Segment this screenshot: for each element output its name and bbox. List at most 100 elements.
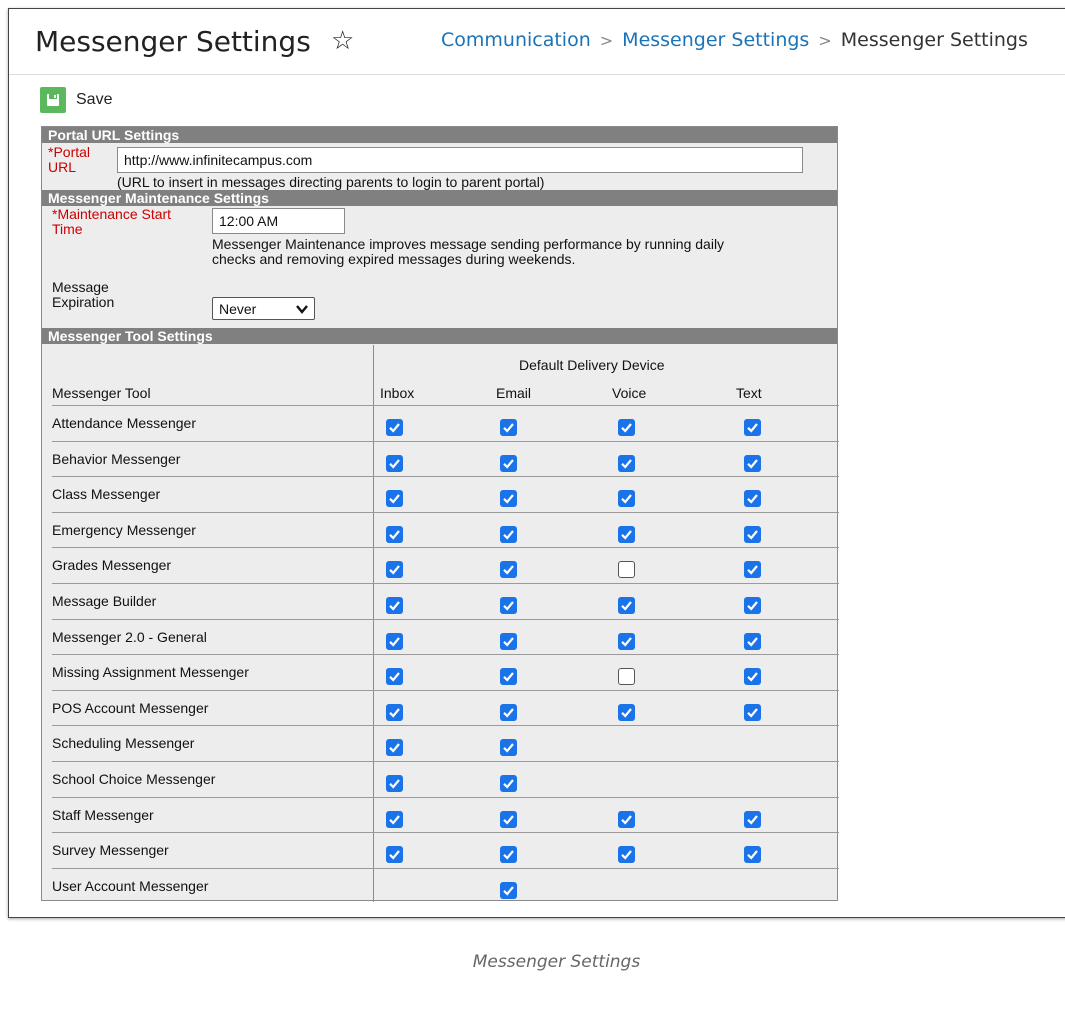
message-expiration-select[interactable]: Never — [212, 297, 315, 320]
portal-url-input[interactable] — [117, 147, 803, 173]
checkmark-icon — [503, 708, 514, 718]
inbox-checkbox[interactable] — [386, 561, 403, 579]
voice-checkbox[interactable] — [618, 454, 635, 472]
email-checkbox[interactable] — [500, 561, 517, 579]
checkmark-icon — [747, 708, 758, 718]
inbox-checkbox[interactable] — [386, 454, 403, 472]
email-checkbox[interactable] — [500, 419, 517, 436]
checkmark-icon — [389, 672, 400, 682]
voice-checkbox[interactable] — [618, 668, 635, 686]
row-tool-name: User Account Messenger — [52, 877, 209, 894]
text-checkbox[interactable] — [744, 668, 761, 686]
tool-section-header: Messenger Tool Settings — [42, 328, 837, 344]
checkmark-icon — [389, 565, 400, 576]
inbox-checkbox[interactable] — [386, 419, 403, 436]
text-column-header: Text — [736, 385, 762, 401]
floppy-disk-icon — [40, 87, 66, 113]
table-row: Attendance Messenger — [52, 405, 839, 441]
text-checkbox[interactable] — [744, 703, 761, 721]
checkmark-icon — [503, 886, 514, 896]
text-checkbox[interactable] — [744, 490, 761, 508]
checkmark-icon — [503, 423, 514, 433]
breadcrumb-communication[interactable]: Communication — [441, 29, 591, 51]
inbox-checkbox[interactable] — [386, 668, 403, 686]
text-checkbox[interactable] — [744, 561, 761, 579]
row-tool-name: Attendance Messenger — [52, 415, 196, 431]
checkmark-icon — [747, 494, 758, 504]
table-row: Message Builder — [52, 583, 839, 619]
voice-checkbox[interactable] — [618, 525, 635, 543]
inbox-checkbox[interactable] — [386, 597, 403, 614]
text-checkbox[interactable] — [744, 632, 761, 650]
text-checkbox[interactable] — [744, 419, 761, 436]
checkmark-icon — [503, 850, 514, 860]
text-checkbox[interactable] — [744, 525, 761, 543]
inbox-checkbox[interactable] — [386, 810, 403, 828]
voice-checkbox[interactable] — [618, 632, 635, 650]
table-row: User Account Messenger — [52, 867, 839, 904]
voice-checkbox[interactable] — [618, 597, 635, 614]
text-checkbox[interactable] — [744, 454, 761, 472]
inbox-checkbox[interactable] — [386, 703, 403, 721]
chevron-right-icon: > — [599, 31, 614, 50]
checkmark-icon — [747, 672, 758, 682]
email-checkbox[interactable] — [500, 597, 517, 614]
row-tool-name: POS Account Messenger — [52, 699, 209, 716]
email-checkbox[interactable] — [500, 810, 517, 828]
save-button[interactable]: Save — [40, 87, 112, 113]
inbox-checkbox[interactable] — [386, 525, 403, 543]
table-row: Messenger 2.0 - General — [52, 618, 839, 655]
inbox-checkbox[interactable] — [386, 632, 403, 650]
checkmark-icon — [503, 458, 514, 469]
voice-checkbox[interactable] — [618, 810, 635, 828]
screenshot-frame: Messenger Settings ☆ Communication > Messe… — [8, 8, 1065, 972]
email-checkbox[interactable] — [500, 668, 517, 686]
checkmark-icon — [503, 636, 514, 647]
email-checkbox[interactable] — [500, 454, 517, 472]
table-row: Grades Messenger — [52, 547, 839, 583]
voice-checkbox[interactable] — [618, 490, 635, 508]
checkmark-icon — [389, 850, 400, 860]
portal-url-label: *Portal URL — [48, 145, 90, 175]
maintenance-start-time-input[interactable] — [212, 208, 345, 234]
email-checkbox[interactable] — [500, 881, 517, 899]
checkmark-icon — [503, 779, 514, 789]
voice-checkbox[interactable] — [618, 419, 635, 436]
inbox-checkbox[interactable] — [386, 739, 403, 757]
table-row: Staff Messenger — [52, 796, 839, 833]
inbox-checkbox[interactable] — [386, 490, 403, 508]
message-expiration-label-line2: Expiration — [52, 294, 115, 310]
inbox-checkbox[interactable] — [386, 775, 403, 792]
portal-url-hint: (URL to insert in messages directing par… — [117, 174, 545, 190]
checkmark-icon — [503, 672, 514, 682]
star-icon[interactable]: ☆ — [331, 27, 354, 53]
email-checkbox[interactable] — [500, 525, 517, 543]
email-checkbox[interactable] — [500, 632, 517, 650]
text-checkbox[interactable] — [744, 846, 761, 864]
checkmark-icon — [621, 530, 632, 540]
email-checkbox[interactable] — [500, 490, 517, 508]
email-checkbox[interactable] — [500, 703, 517, 721]
voice-checkbox[interactable] — [618, 703, 635, 721]
text-checkbox[interactable] — [744, 597, 761, 614]
breadcrumb-messenger-settings[interactable]: Messenger Settings — [622, 29, 809, 51]
checkmark-icon — [621, 850, 632, 860]
voice-checkbox[interactable] — [618, 561, 635, 579]
maintenance-section-header: Messenger Maintenance Settings — [42, 190, 837, 206]
table-row: Emergency Messenger — [52, 511, 839, 548]
message-expiration-label: Message Expiration — [52, 280, 114, 310]
checkmark-icon — [503, 814, 514, 825]
email-checkbox[interactable] — [500, 739, 517, 757]
text-checkbox[interactable] — [744, 810, 761, 828]
checkmark-icon — [621, 814, 632, 825]
voice-checkbox[interactable] — [618, 846, 635, 864]
email-checkbox[interactable] — [500, 775, 517, 792]
checkmark-icon — [389, 743, 400, 754]
checkmark-icon — [389, 458, 400, 469]
portal-url-label-line1: *Portal — [48, 144, 91, 160]
image-caption: Messenger Settings — [472, 952, 641, 972]
message-expiration-value: Never — [219, 300, 257, 317]
email-checkbox[interactable] — [500, 846, 517, 864]
voice-column-header: Voice — [612, 385, 647, 401]
inbox-checkbox[interactable] — [386, 846, 403, 864]
